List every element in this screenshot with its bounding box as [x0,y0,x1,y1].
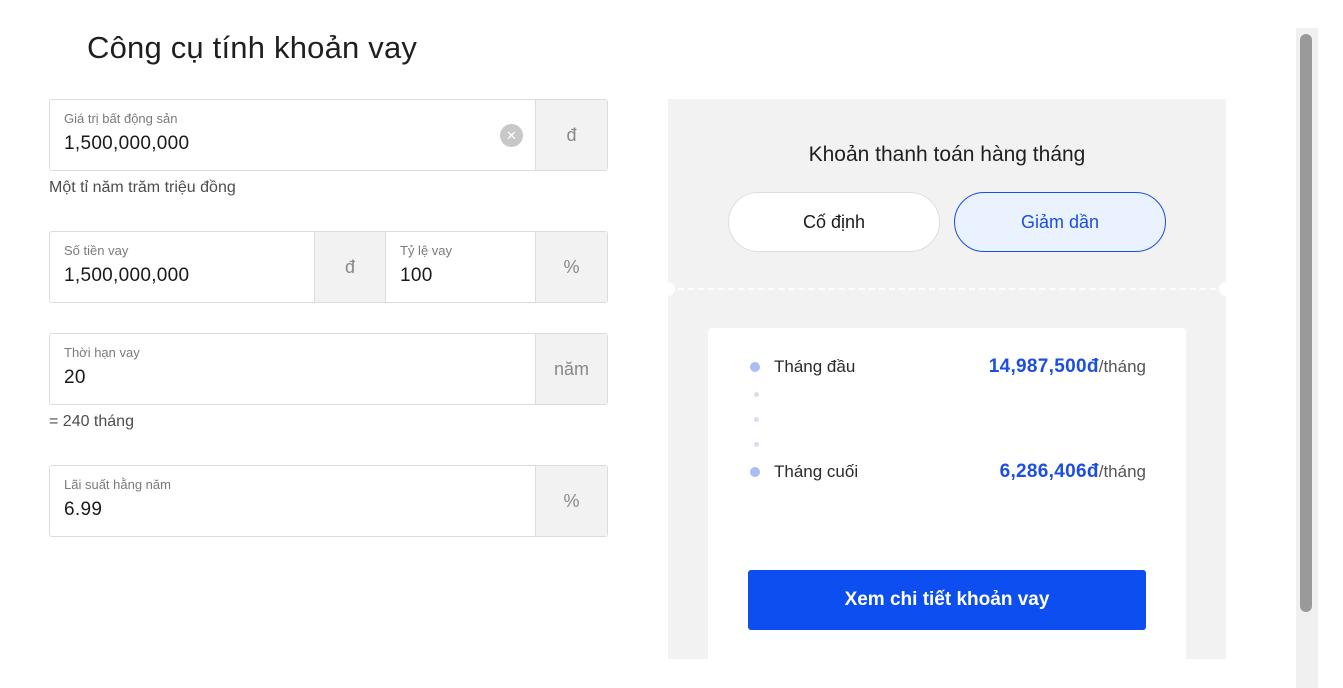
timeline-dot [754,417,759,422]
property-value-label: Giá trị bất động sản [64,111,178,126]
property-value-field[interactable]: Giá trị bất động sản 1,500,000,000 ✕ đ [49,99,608,171]
scrollbar[interactable] [1296,28,1318,688]
last-month-per: /tháng [1098,462,1146,481]
first-month-amount: 14,987,500đ [988,356,1099,377]
interest-rate-label: Lãi suất hằng năm [64,477,171,492]
page-title: Công cụ tính khoản vay [87,30,418,65]
loan-ratio-label: Tỷ lệ vay [400,243,453,258]
property-value-input[interactable]: 1,500,000,000 [64,133,521,155]
toggle-decreasing-button[interactable]: Giảm dần [954,192,1166,252]
bullet-icon [750,467,760,477]
interest-rate-input[interactable]: 6.99 [64,499,521,521]
loan-term-field[interactable]: Thời hạn vay 20 năm [49,333,608,405]
loan-ratio-input[interactable]: 100 [400,265,521,287]
first-month-label: Tháng đầu [774,357,856,376]
interest-rate-unit: % [535,466,607,536]
loan-amount-input-area[interactable]: Số tiền vay 1,500,000,000 [50,232,314,302]
loan-term-input-area[interactable]: Thời hạn vay 20 [50,334,535,404]
loan-amount-ratio-field: Số tiền vay 1,500,000,000 đ Tỷ lệ vay 10… [49,231,608,303]
last-month-label: Tháng cuối [774,462,859,481]
timeline-dot [754,442,759,447]
property-value-unit: đ [535,100,607,170]
loan-term-unit: năm [535,334,607,404]
loan-ratio-input-area[interactable]: Tỷ lệ vay 100 [386,232,535,302]
loan-ratio-unit: % [535,232,607,302]
last-month-amount: 6,286,406đ [999,461,1099,482]
last-month-row: Tháng cuối 6,286,406đ/tháng [750,461,1146,483]
close-icon[interactable]: ✕ [500,124,523,147]
loan-amount-input[interactable]: 1,500,000,000 [64,265,300,287]
first-month-row: Tháng đầu 14,987,500đ/tháng [750,356,1146,378]
monthly-payment-title: Khoản thanh toán hàng tháng [808,143,1086,166]
toggle-fixed-button[interactable]: Cố định [728,192,940,252]
timeline-dot [754,392,759,397]
property-value-input-area[interactable]: Giá trị bất động sản 1,500,000,000 ✕ [50,100,535,170]
loan-term-label: Thời hạn vay [64,345,140,360]
loan-amount-unit: đ [314,232,386,302]
view-loan-details-button[interactable]: Xem chi tiết khoản vay [748,570,1146,630]
loan-amount-label: Số tiền vay [64,243,129,258]
interest-rate-input-area[interactable]: Lãi suất hằng năm 6.99 [50,466,535,536]
loan-term-input[interactable]: 20 [64,367,521,389]
scrollbar-thumb[interactable] [1300,34,1312,612]
dashed-divider [668,288,1226,290]
ticket-notch-left [661,282,675,296]
payment-summary-card: Tháng đầu 14,987,500đ/tháng Tháng cuối 6… [708,328,1186,663]
loan-term-months-hint: = 240 tháng [49,413,134,430]
monthly-payment-panel: Khoản thanh toán hàng tháng Cố định Giảm… [661,99,1233,663]
ticket-notch-right [1219,282,1233,296]
property-value-in-words: Một tỉ năm trăm triệu đồng [49,179,236,196]
bullet-icon [750,362,760,372]
first-month-per: /tháng [1098,357,1146,376]
interest-rate-field[interactable]: Lãi suất hằng năm 6.99 % [49,465,608,537]
